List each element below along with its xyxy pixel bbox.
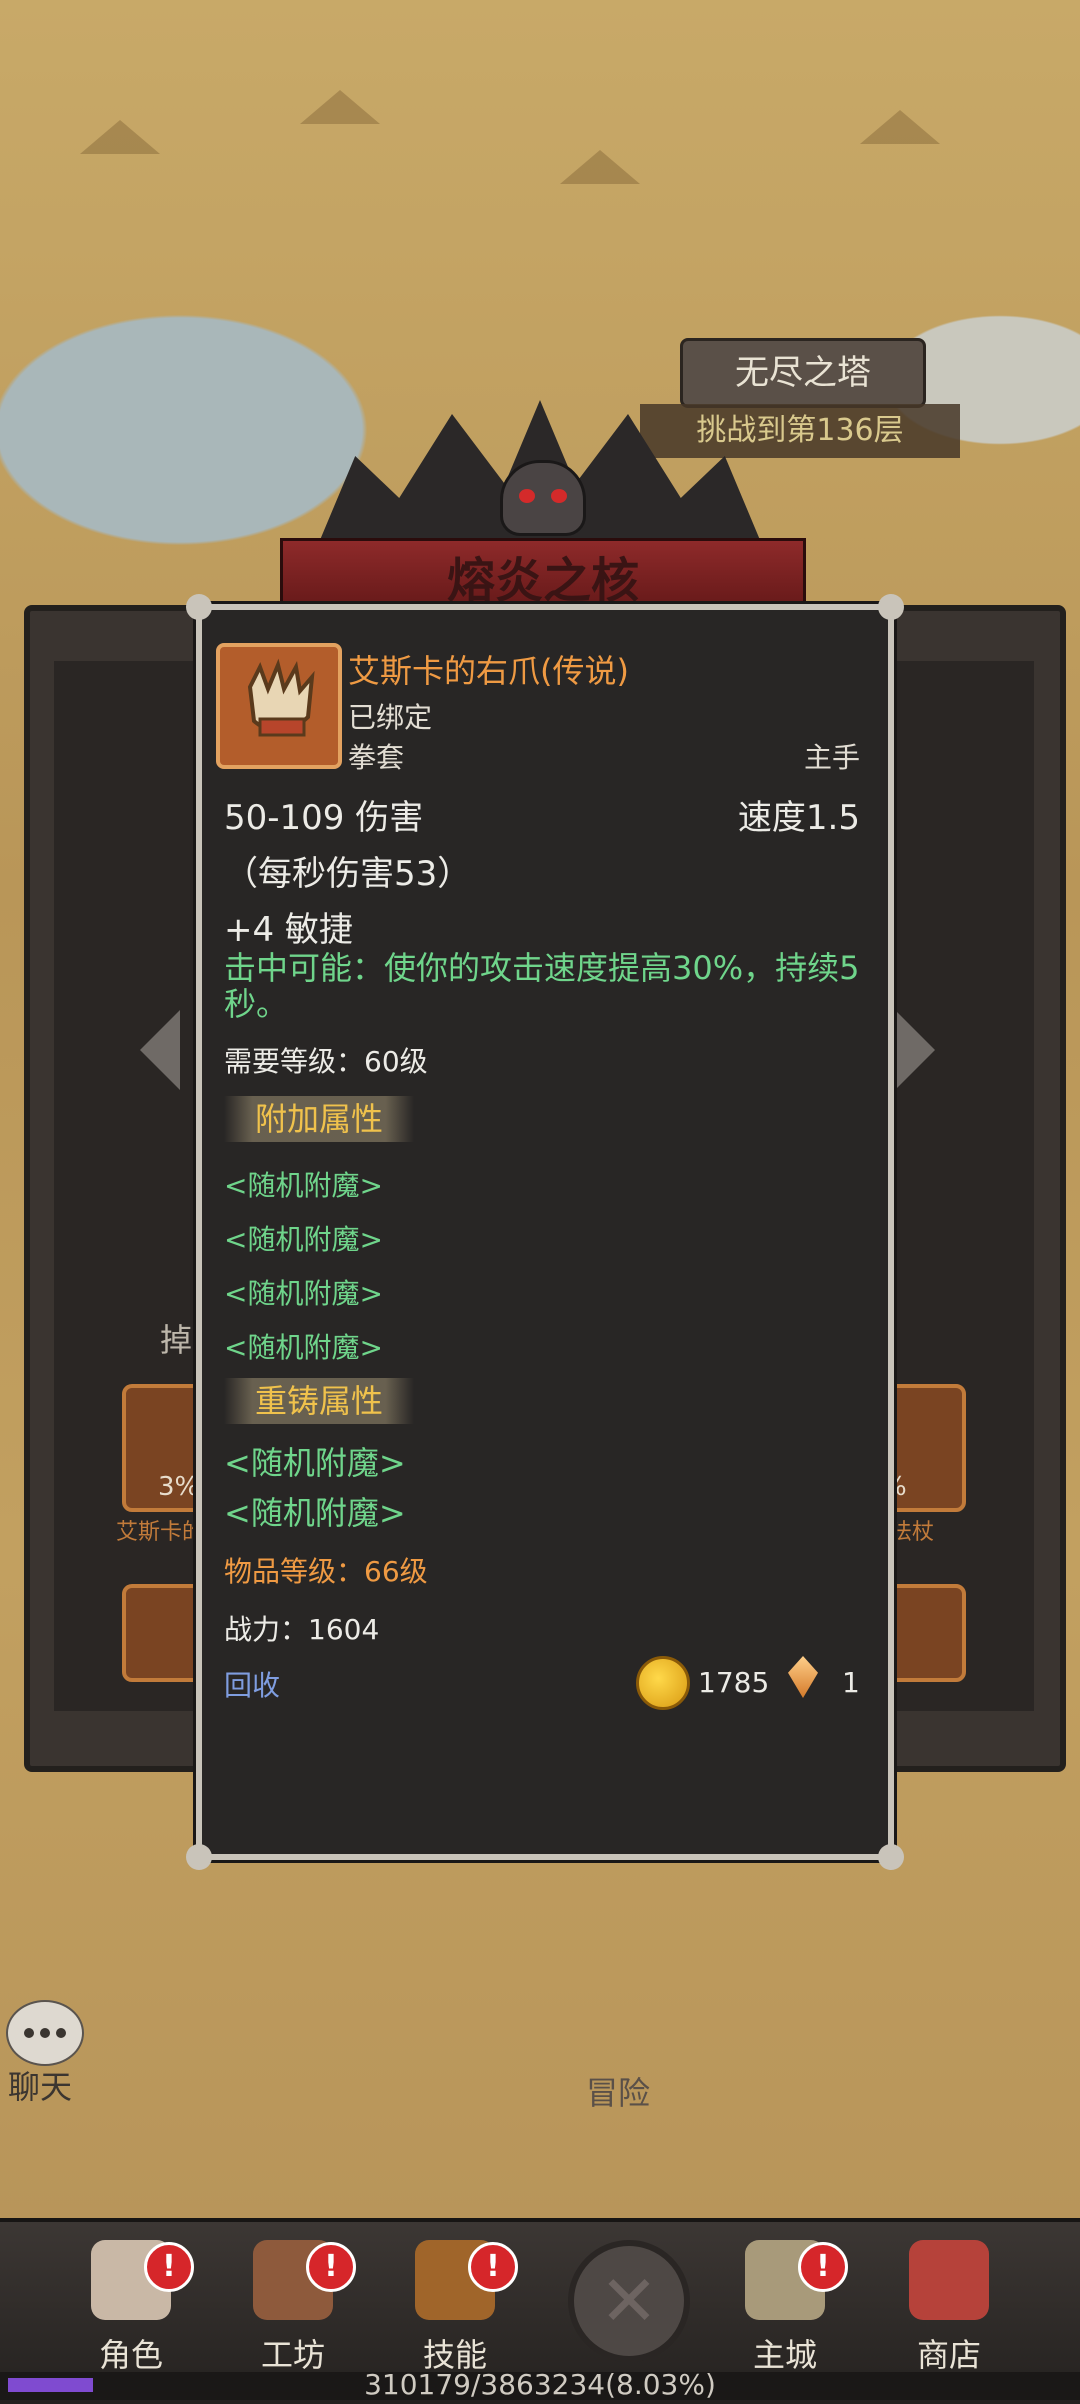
- gold-coin-icon: [636, 1656, 690, 1710]
- drop-slot-name: 艾斯卡的: [116, 1520, 205, 1545]
- endless-tower-sign[interactable]: 无尽之塔: [680, 338, 926, 408]
- item-type: 拳套: [348, 741, 405, 774]
- item-name: 艾斯卡的右爪(传说): [348, 652, 629, 690]
- item-tooltip: 艾斯卡的右爪(传说) 已绑定 拳套 主手 50-109 伤害 速度1.5 （每秒…: [186, 594, 904, 1870]
- alert-badge-icon: !: [306, 2242, 356, 2292]
- drop-label: 掉: [160, 1321, 193, 1359]
- recycle-button[interactable]: 回收: [224, 1664, 280, 1704]
- reforge-attributes-header: 重铸属性: [224, 1378, 414, 1424]
- gem-icon: [788, 1656, 818, 1698]
- item-power: 战力：1604: [224, 1613, 380, 1646]
- item-slot: 主手: [803, 741, 860, 774]
- reforge-line: <随机附魔>: [224, 1494, 406, 1532]
- enchant-line: <随机附魔>: [224, 1331, 383, 1364]
- next-arrow-icon[interactable]: [895, 1010, 935, 1090]
- chat-label: 聊天: [8, 2068, 73, 2106]
- skull-icon: [500, 460, 586, 536]
- sell-gem-value: 1: [842, 1666, 860, 1699]
- reforge-line: <随机附魔>: [224, 1444, 406, 1482]
- item-dps: （每秒伤害53）: [224, 854, 472, 894]
- tooltip-corner: [878, 1844, 904, 1870]
- claw-item-icon: [216, 643, 342, 769]
- nav-castle[interactable]: ! 主城: [710, 2236, 860, 2376]
- extra-attributes-header: 附加属性: [224, 1096, 414, 1142]
- endless-tower-progress: 挑战到第136层: [640, 404, 960, 458]
- adventure-label: 冒险: [586, 2074, 651, 2112]
- item-damage: 50-109 伤害: [224, 798, 424, 838]
- item-required-level: 需要等级：60级: [224, 1045, 428, 1078]
- experience-text: 310179/3863234(8.03%): [364, 2368, 716, 2401]
- item-speed: 速度1.5: [737, 798, 860, 838]
- chat-dot: [24, 2028, 34, 2038]
- enchant-line: <随机附魔>: [224, 1223, 383, 1256]
- tooltip-corner: [186, 1844, 212, 1870]
- prev-arrow-icon[interactable]: [140, 1010, 180, 1090]
- item-agility: +4 敏捷: [224, 910, 353, 950]
- item-proc-effect: 击中可能：使你的攻击速度提高30%，持续5秒。: [224, 949, 860, 1023]
- item-bound-status: 已绑定: [348, 701, 433, 734]
- alert-badge-icon: !: [144, 2242, 194, 2292]
- alert-badge-icon: !: [468, 2242, 518, 2292]
- enchant-line: <随机附魔>: [224, 1277, 383, 1310]
- nav-character[interactable]: ! 角色: [56, 2236, 206, 2376]
- chat-dot: [40, 2028, 50, 2038]
- shop-icon: [909, 2240, 989, 2320]
- chat-button[interactable]: [6, 2000, 84, 2066]
- enchant-line: <随机附魔>: [224, 1169, 383, 1202]
- nav-shop[interactable]: 商店: [874, 2236, 1024, 2376]
- sell-gold-value: 1785: [698, 1666, 770, 1699]
- adventure-close-icon[interactable]: ✕: [568, 2240, 690, 2362]
- drop-slot-pct: 3%: [158, 1472, 200, 1502]
- map-mountain: [300, 90, 380, 124]
- tooltip-corner: [878, 594, 904, 620]
- nav-workshop[interactable]: ! 工坊: [218, 2236, 368, 2376]
- tooltip-corner: [186, 594, 212, 620]
- nav-skills[interactable]: ! 技能: [380, 2236, 530, 2376]
- map-mountain: [80, 120, 160, 154]
- chat-dot: [56, 2028, 66, 2038]
- alert-badge-icon: !: [798, 2242, 848, 2292]
- map-mountain: [560, 150, 640, 184]
- item-level: 物品等级：66级: [224, 1555, 428, 1588]
- map-mountain: [860, 110, 940, 144]
